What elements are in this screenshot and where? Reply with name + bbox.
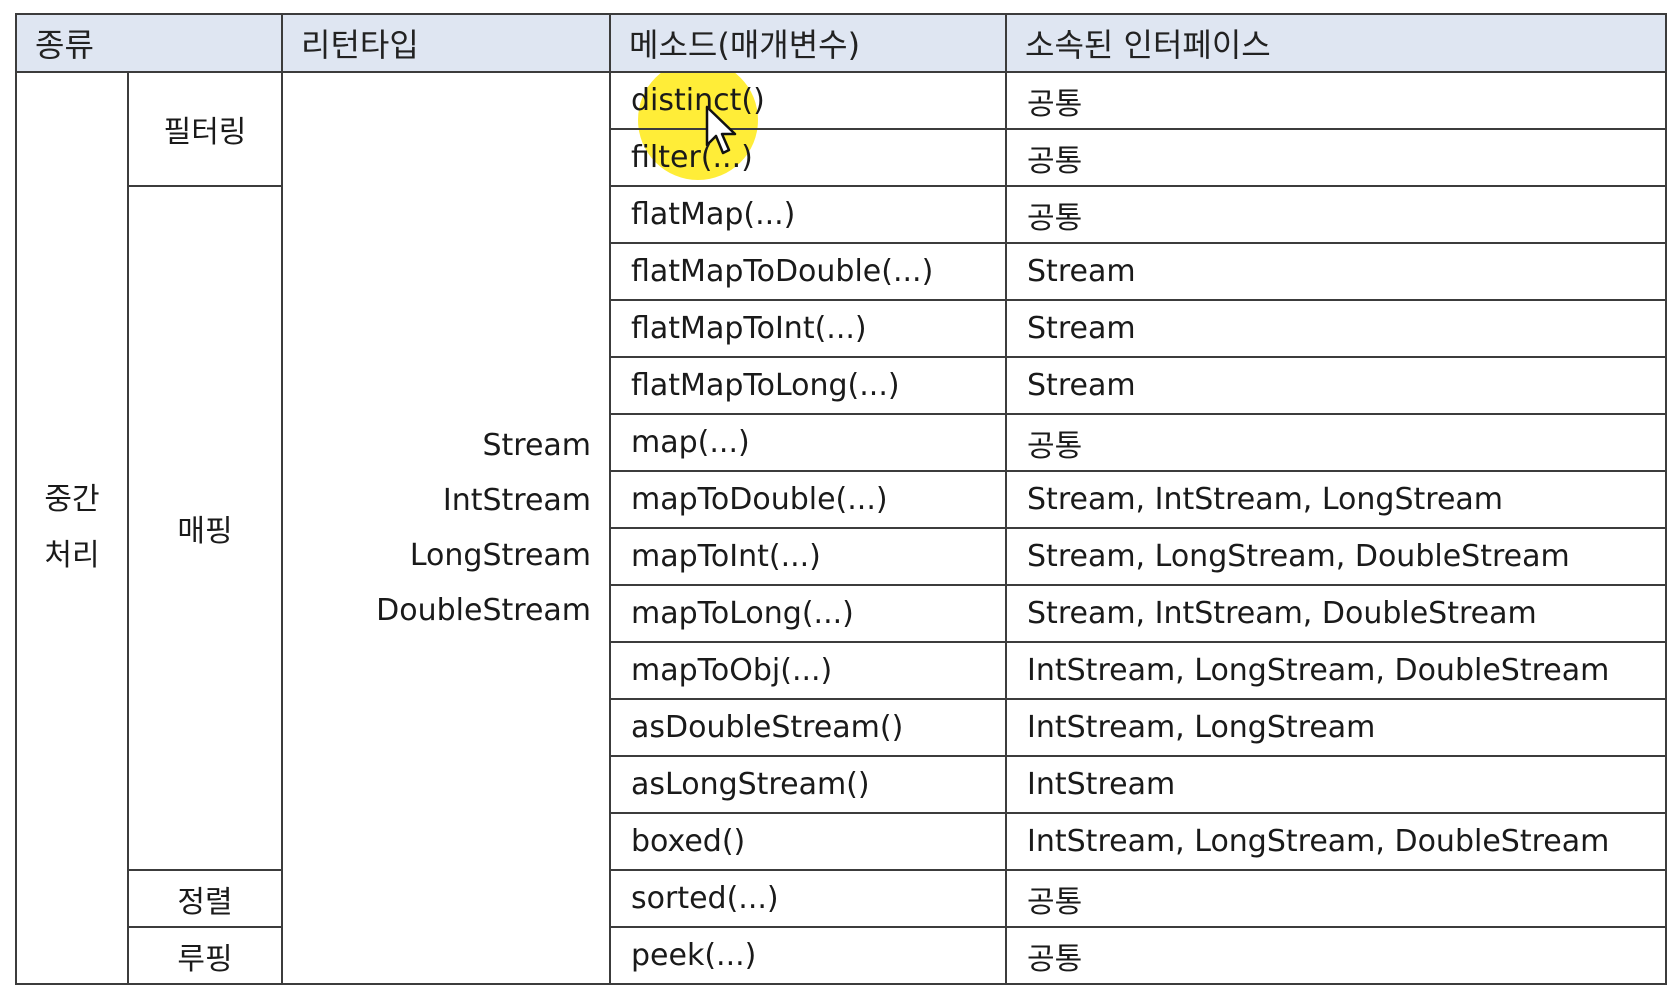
header-category: 종류: [14, 13, 284, 73]
method-cell: mapToObj(...): [609, 641, 1008, 700]
return-type-stream: Stream: [482, 428, 592, 463]
main-category-line2: 처리: [44, 538, 100, 573]
method-cell: distinct(): [609, 71, 1008, 130]
table-row: 정렬 sorted(...) 공통: [16, 869, 1668, 928]
return-type-doublestream: DoubleStream: [376, 593, 592, 628]
sub-category-filtering: 필터링: [126, 71, 284, 187]
header-interface: 소속된 인터페이스: [1005, 13, 1668, 73]
sub-category-sorting: 정렬: [126, 869, 284, 928]
interface-cell: IntStream, LongStream: [1005, 698, 1668, 757]
interface-cell: Stream, IntStream, LongStream: [1005, 470, 1668, 529]
method-cell: mapToLong(...): [609, 584, 1008, 643]
interface-cell: IntStream, LongStream, DoubleStream: [1005, 812, 1668, 871]
method-cell: boxed(): [609, 812, 1008, 871]
interface-cell: Stream, IntStream, DoubleStream: [1005, 584, 1668, 643]
method-cell: sorted(...): [609, 869, 1008, 928]
method-name: filter(...): [631, 140, 753, 175]
sub-category-mapping: 매핑: [126, 185, 284, 871]
header-return-type: 리턴타입: [281, 13, 612, 73]
main-category-cell: 중간 처리: [15, 71, 129, 985]
method-cell: mapToDouble(...): [609, 470, 1008, 529]
table-row: 루핑 peek(...) 공통: [16, 926, 1668, 985]
table-row: 중간 처리 필터링 Stream IntStream LongStream Do…: [15, 71, 1668, 985]
method-cell: flatMapToDouble(...): [609, 242, 1008, 301]
sub-category-looping: 루핑: [126, 926, 284, 985]
return-type-longstream: LongStream: [409, 538, 592, 573]
interface-cell: Stream: [1005, 242, 1668, 301]
interface-cell: Stream: [1005, 356, 1668, 415]
method-name: distinct(): [631, 83, 765, 118]
method-cell: peek(...): [609, 926, 1008, 985]
method-cell: flatMapToInt(...): [609, 299, 1008, 358]
interface-cell: 공통: [1005, 413, 1668, 472]
interface-cell: 공통: [1005, 128, 1668, 187]
interface-cell: IntStream: [1005, 755, 1668, 814]
header-method: 메소드(매개변수): [609, 13, 1008, 73]
interface-cell: 공통: [1005, 185, 1668, 244]
stream-methods-table: 종류 리턴타입 메소드(매개변수) 소속된 인터페이스 중간 처리 필터링 St…: [14, 13, 1668, 985]
method-cell: mapToInt(...): [609, 527, 1008, 586]
return-types-cell: Stream IntStream LongStream DoubleStream: [281, 71, 612, 985]
table-row: 매핑 flatMap(...) 공통: [16, 185, 1668, 871]
method-cell: flatMap(...): [609, 185, 1008, 244]
method-cell: asLongStream(): [609, 755, 1008, 814]
interface-cell: 공통: [1005, 71, 1668, 130]
interface-cell: Stream: [1005, 299, 1668, 358]
screenshot-stage: 종류 리턴타입 메소드(매개변수) 소속된 인터페이스 중간 처리 필터링 St…: [0, 0, 1680, 992]
method-cell: asDoubleStream(): [609, 698, 1008, 757]
interface-cell: 공통: [1005, 869, 1668, 928]
interface-cell: Stream, LongStream, DoubleStream: [1005, 527, 1668, 586]
main-category-line1: 중간: [44, 482, 100, 517]
method-cell: filter(...): [609, 128, 1008, 187]
method-cell: flatMapToLong(...): [609, 356, 1008, 415]
table-header-row: 종류 리턴타입 메소드(매개변수) 소속된 인터페이스: [14, 13, 1668, 73]
return-type-intstream: IntStream: [442, 483, 592, 518]
interface-cell: 공통: [1005, 926, 1668, 985]
interface-cell: IntStream, LongStream, DoubleStream: [1005, 641, 1668, 700]
method-cell: map(...): [609, 413, 1008, 472]
